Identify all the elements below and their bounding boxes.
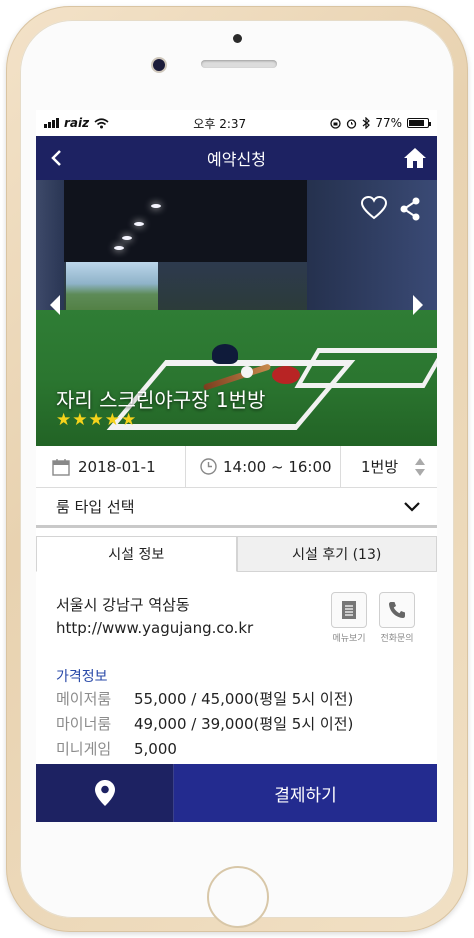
heart-icon[interactable] (361, 196, 387, 220)
helmet-graphic (212, 344, 238, 364)
price-row: 마이너룸 49,000 / 39,000(평일 5시 이전) (56, 712, 417, 736)
booking-date: 2018-01-1 (78, 457, 156, 476)
hero-image[interactable]: 자리 스크린야구장 1번방 ★★★★★ (36, 180, 437, 446)
page-title: 예약신청 (207, 150, 266, 169)
bottom-action-bar: 결제하기 (36, 764, 437, 822)
prev-image-icon[interactable] (48, 294, 62, 316)
room-picker[interactable]: 1번방 (341, 446, 437, 487)
battery-percent: 77% (375, 116, 402, 130)
clock-icon (200, 458, 217, 475)
app-screen: raiz 오후 2:37 77% 예약신청 자리 스크린야구장 1번방 ★★★★… (36, 110, 437, 822)
tab-facility-info[interactable]: 시설 정보 (36, 536, 237, 572)
status-bar: raiz 오후 2:37 77% (36, 110, 437, 136)
home-nav-button[interactable] (397, 147, 427, 169)
battery-icon (406, 118, 431, 128)
price-value: 55,000 / 45,000(평일 5시 이전) (134, 690, 354, 708)
room-type-dropdown[interactable]: 룸 타입 선택 (36, 488, 437, 528)
price-label: 메이저룸 (56, 690, 112, 708)
price-row: 메이저룸 55,000 / 45,000(평일 5시 이전) (56, 687, 417, 711)
chevron-down-icon (404, 501, 420, 512)
menu-document-icon (342, 601, 356, 619)
price-value: 49,000 / 39,000(평일 5시 이전) (134, 715, 354, 733)
status-time: 오후 2:37 (193, 116, 247, 131)
price-heading: 가격정보 (56, 669, 108, 685)
tab-bar: 시설 정보 시설 후기 (13) (36, 536, 437, 572)
share-icon[interactable] (399, 197, 421, 221)
proximity-sensor (233, 34, 242, 43)
date-picker[interactable]: 2018-01-1 (36, 446, 186, 487)
price-label: 마이너룸 (56, 715, 112, 733)
wifi-icon (94, 117, 109, 128)
back-arrow-icon[interactable] (46, 148, 76, 168)
map-button[interactable] (36, 764, 174, 822)
signal-icon (44, 118, 59, 128)
menu-view-button[interactable]: 메뉴보기 (329, 592, 369, 644)
calendar-icon (52, 458, 70, 476)
price-value: 5,000 (134, 740, 177, 758)
facility-info-panel: 서울시 강남구 역삼동 http://www.yagujang.co.kr 메뉴… (36, 572, 437, 772)
booking-time: 14:00 ~ 16:00 (223, 457, 332, 476)
ball-graphic (241, 366, 253, 378)
home-button[interactable] (207, 866, 269, 928)
alarm-icon (347, 118, 357, 129)
orientation-lock-icon (330, 117, 341, 129)
price-label: 미니게임 (56, 740, 112, 758)
call-button[interactable]: 전화문의 (377, 592, 417, 644)
booking-room: 1번방 (361, 458, 399, 476)
hero-batter-box-right (294, 348, 437, 388)
next-image-icon[interactable] (411, 294, 425, 316)
hero-ceiling (64, 180, 307, 262)
carrier-name: raiz (64, 116, 90, 130)
glove-graphic (272, 366, 300, 384)
home-icon (403, 148, 426, 168)
menu-view-label: 메뉴보기 (332, 634, 366, 644)
room-type-label: 룸 타입 선택 (56, 498, 135, 516)
pay-button[interactable]: 결제하기 (174, 764, 437, 822)
tab-facility-reviews[interactable]: 시설 후기 (13) (236, 536, 437, 572)
facility-title: 자리 스크린야구장 1번방 (56, 388, 266, 412)
location-pin-icon (94, 780, 115, 806)
nav-bar: 예약신청 (36, 136, 437, 180)
hero-projection-screen (66, 262, 158, 316)
front-camera (153, 59, 165, 71)
earpiece-speaker (201, 60, 277, 68)
call-label: 전화문의 (380, 634, 414, 644)
price-row: 미니게임 5,000 (56, 737, 417, 761)
rating-stars: ★★★★★ (56, 410, 138, 430)
time-picker[interactable]: 14:00 ~ 16:00 (186, 446, 341, 487)
bluetooth-icon (362, 117, 371, 129)
up-down-stepper-icon (415, 457, 426, 476)
booking-selector: 2018-01-1 14:00 ~ 16:00 1번방 (36, 446, 437, 488)
phone-icon (389, 602, 405, 618)
